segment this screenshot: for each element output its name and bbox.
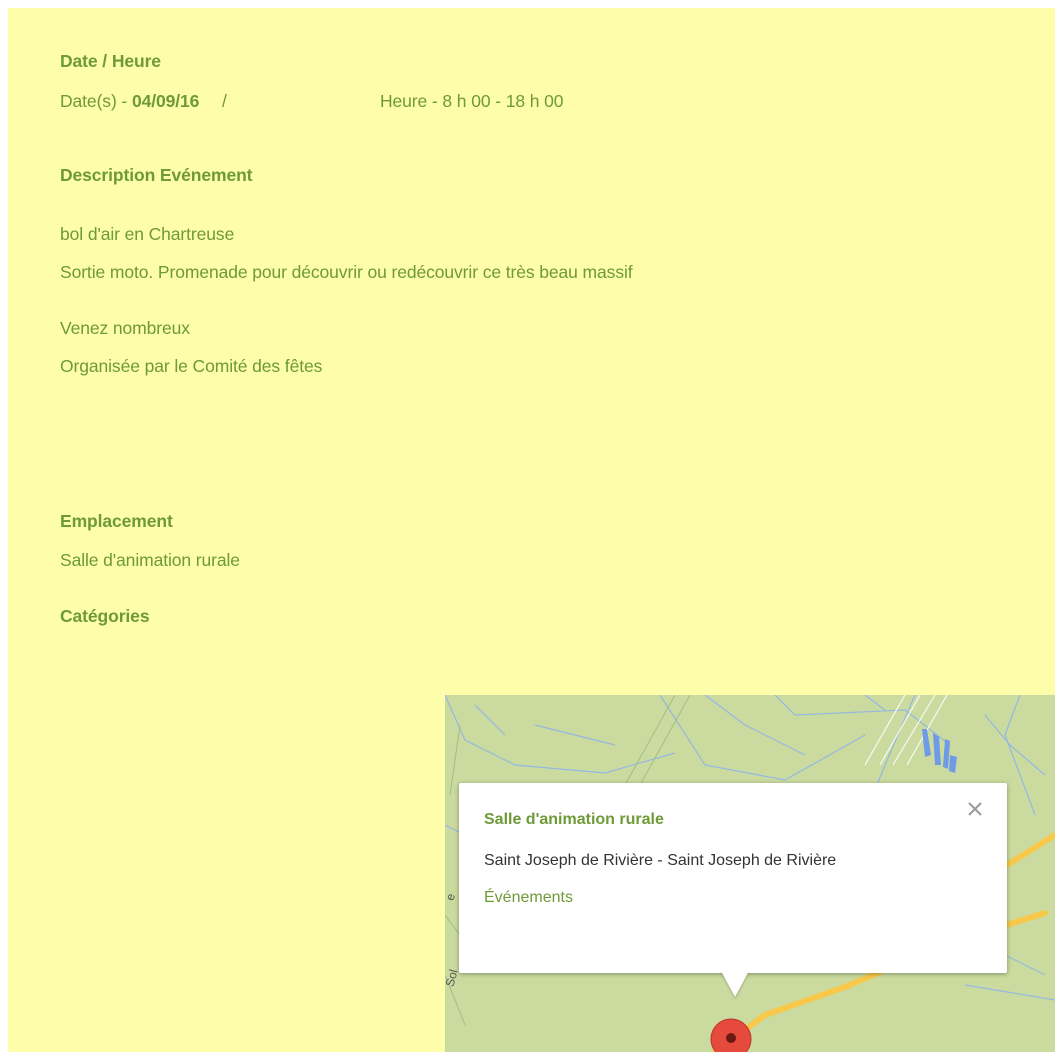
event-panel: Date / Heure Date(s) - 04/09/16 / Heure … <box>8 8 1055 1052</box>
date-label: Date(s) - <box>60 91 132 111</box>
datetime-row: Date(s) - 04/09/16 / <box>60 91 227 112</box>
description-line: Sortie moto. Promenade pour découvrir ou… <box>60 262 633 282</box>
close-icon[interactable] <box>965 799 985 819</box>
date-separator: / <box>222 91 227 111</box>
map-marker-icon[interactable] <box>710 1018 752 1052</box>
datetime-heading: Date / Heure <box>60 51 161 71</box>
location-value: Salle d'animation rurale <box>60 550 240 570</box>
info-window-tail <box>721 971 749 997</box>
description-line: bol d'air en Chartreuse <box>60 224 235 244</box>
description-line: Venez nombreux <box>60 318 190 338</box>
location-heading: Emplacement <box>60 511 173 531</box>
info-window-title: Salle d'animation rurale <box>484 811 664 828</box>
events-link[interactable]: Événements <box>484 889 573 907</box>
info-window-address: Saint Joseph de Rivière - Saint Joseph d… <box>484 852 837 869</box>
map-info-window: Salle d'animation rurale Saint Joseph de… <box>459 783 1007 997</box>
description-line: Organisée par le Comité des fêtes <box>60 356 323 376</box>
time-value: Heure - 8 h 00 - 18 h 00 <box>380 91 564 111</box>
description-heading: Description Evénement <box>60 165 253 185</box>
categories-heading: Catégories <box>60 606 150 626</box>
date-value: 04/09/16 <box>131 91 200 111</box>
